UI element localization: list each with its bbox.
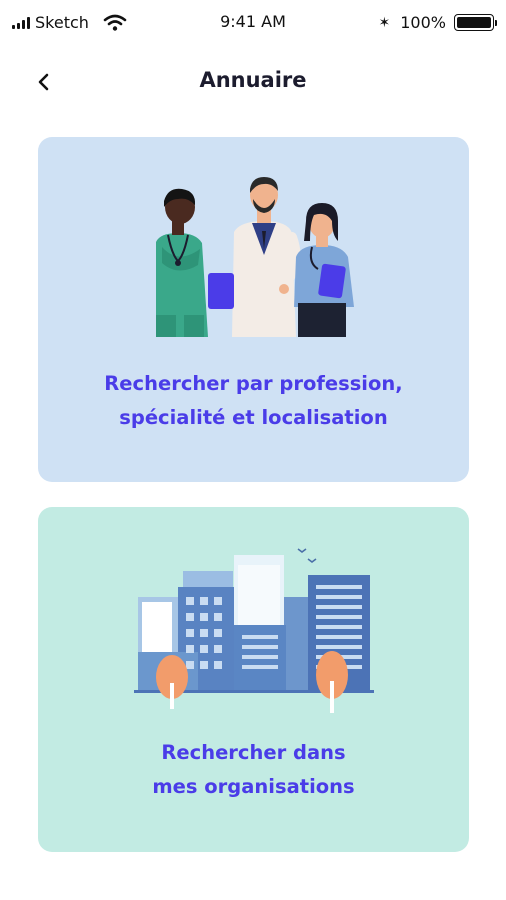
status-bar: Sketch 9:41 AM ✶ 100% [0, 0, 506, 46]
search-in-organisations-line1: Rechercher dans [161, 741, 346, 764]
search-in-organisations-line2: mes organisations [152, 775, 355, 798]
healthcare-professionals-illustration [156, 177, 354, 337]
page-title: Annuaire [199, 68, 307, 92]
navigation-bar: Annuaire [0, 46, 506, 116]
search-in-organisations-label: Rechercher dans mes organisations [38, 736, 469, 804]
search-by-profession-card[interactable]: Rechercher par profession, spécialité et… [38, 137, 469, 482]
battery-icon [454, 14, 497, 31]
back-button[interactable] [26, 64, 62, 100]
city-buildings-illustration [134, 548, 374, 713]
search-in-organisations-card[interactable]: Rechercher dans mes organisations [38, 507, 469, 852]
bluetooth-icon: ✶ [378, 14, 391, 31]
battery-fill [457, 17, 491, 28]
battery-percentage: 100% [400, 13, 446, 32]
chevron-left-icon [38, 73, 49, 91]
search-by-profession-line2: spécialité et localisation [119, 406, 388, 429]
status-bar-right: ✶ 100% [378, 13, 497, 32]
search-by-profession-line1: Rechercher par profession, [104, 372, 403, 395]
search-by-profession-label: Rechercher par profession, spécialité et… [38, 367, 469, 435]
